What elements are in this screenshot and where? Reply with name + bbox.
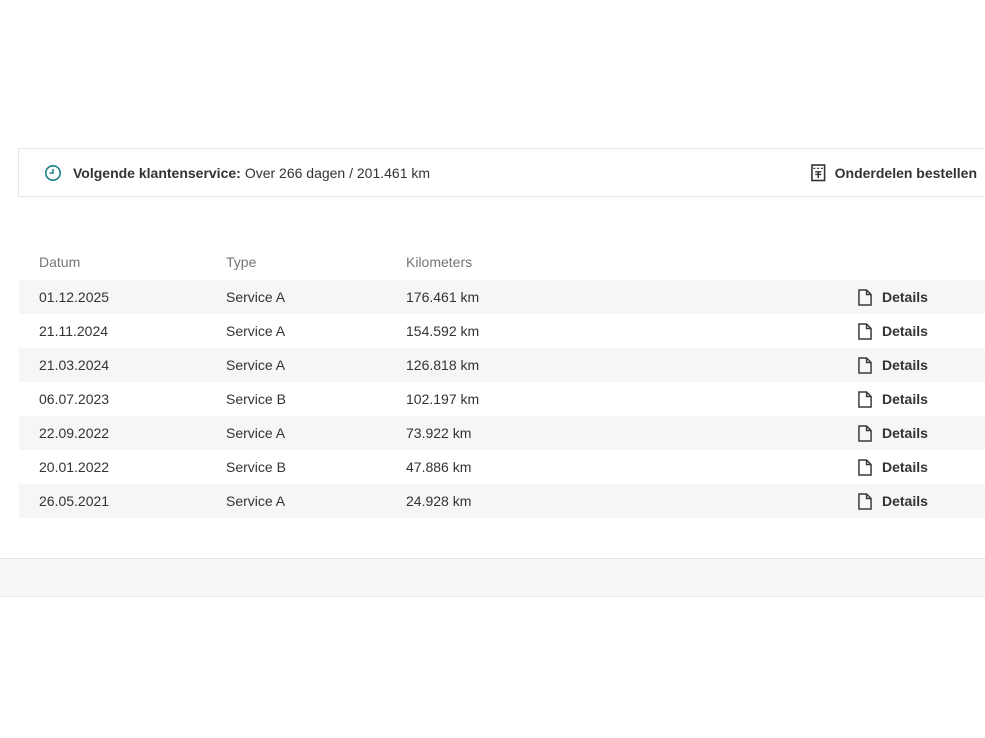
cell-date: 01.12.2025: [39, 289, 226, 305]
order-parts-button[interactable]: Onderdelen bestellen: [811, 164, 977, 182]
cell-kilometers: 126.818 km: [406, 357, 858, 373]
cell-date: 21.11.2024: [39, 323, 226, 339]
cell-type: Service A: [226, 425, 406, 441]
cell-date: 20.01.2022: [39, 459, 226, 475]
document-icon: [858, 425, 872, 442]
document-icon: [858, 391, 872, 408]
footer-band: [0, 558, 985, 597]
details-button[interactable]: Details: [858, 357, 985, 374]
cell-kilometers: 47.886 km: [406, 459, 858, 475]
next-service-banner: Volgende klantenservice:Over 266 dagen /…: [18, 148, 985, 197]
details-button[interactable]: Details: [858, 459, 985, 476]
order-parts-label: Onderdelen bestellen: [835, 165, 977, 181]
header-datum: Datum: [39, 254, 226, 270]
cell-kilometers: 176.461 km: [406, 289, 858, 305]
table-header-row: Datum Type Kilometers: [19, 244, 985, 280]
cell-type: Service A: [226, 493, 406, 509]
table-row: 21.11.2024 Service A 154.592 km Details: [19, 314, 985, 348]
next-service-text: Volgende klantenservice:Over 266 dagen /…: [73, 165, 430, 181]
next-service-value: Over 266 dagen / 201.461 km: [245, 165, 430, 181]
table-row: 21.03.2024 Service A 126.818 km Details: [19, 348, 985, 382]
cell-type: Service A: [226, 323, 406, 339]
cell-date: 06.07.2023: [39, 391, 226, 407]
cell-type: Service B: [226, 459, 406, 475]
details-button[interactable]: Details: [858, 425, 985, 442]
table-row: 06.07.2023 Service B 102.197 km Details: [19, 382, 985, 416]
clock-icon: [44, 164, 62, 182]
cell-kilometers: 73.922 km: [406, 425, 858, 441]
details-label: Details: [882, 289, 928, 305]
table-row: 26.05.2021 Service A 24.928 km Details: [19, 484, 985, 518]
table-row: 22.09.2022 Service A 73.922 km Details: [19, 416, 985, 450]
table-row: 20.01.2022 Service B 47.886 km Details: [19, 450, 985, 484]
details-button[interactable]: Details: [858, 323, 985, 340]
cell-type: Service B: [226, 391, 406, 407]
next-service-label: Volgende klantenservice:: [73, 165, 241, 181]
details-label: Details: [882, 493, 928, 509]
header-type: Type: [226, 254, 406, 270]
cell-kilometers: 102.197 km: [406, 391, 858, 407]
details-label: Details: [882, 391, 928, 407]
cell-kilometers: 24.928 km: [406, 493, 858, 509]
service-history-table: Datum Type Kilometers 01.12.2025 Service…: [19, 244, 985, 518]
details-button[interactable]: Details: [858, 289, 985, 306]
document-icon: [858, 357, 872, 374]
document-icon: [858, 323, 872, 340]
details-label: Details: [882, 323, 928, 339]
details-label: Details: [882, 357, 928, 373]
details-button[interactable]: Details: [858, 493, 985, 510]
table-row: 01.12.2025 Service A 176.461 km Details: [19, 280, 985, 314]
details-label: Details: [882, 459, 928, 475]
document-icon: [858, 289, 872, 306]
parts-order-icon: [811, 164, 826, 182]
details-button[interactable]: Details: [858, 391, 985, 408]
cell-date: 21.03.2024: [39, 357, 226, 373]
header-kilometers: Kilometers: [406, 254, 858, 270]
cell-date: 26.05.2021: [39, 493, 226, 509]
cell-type: Service A: [226, 357, 406, 373]
next-service-info: Volgende klantenservice:Over 266 dagen /…: [44, 164, 430, 182]
cell-kilometers: 154.592 km: [406, 323, 858, 339]
cell-type: Service A: [226, 289, 406, 305]
cell-date: 22.09.2022: [39, 425, 226, 441]
details-label: Details: [882, 425, 928, 441]
document-icon: [858, 493, 872, 510]
document-icon: [858, 459, 872, 476]
